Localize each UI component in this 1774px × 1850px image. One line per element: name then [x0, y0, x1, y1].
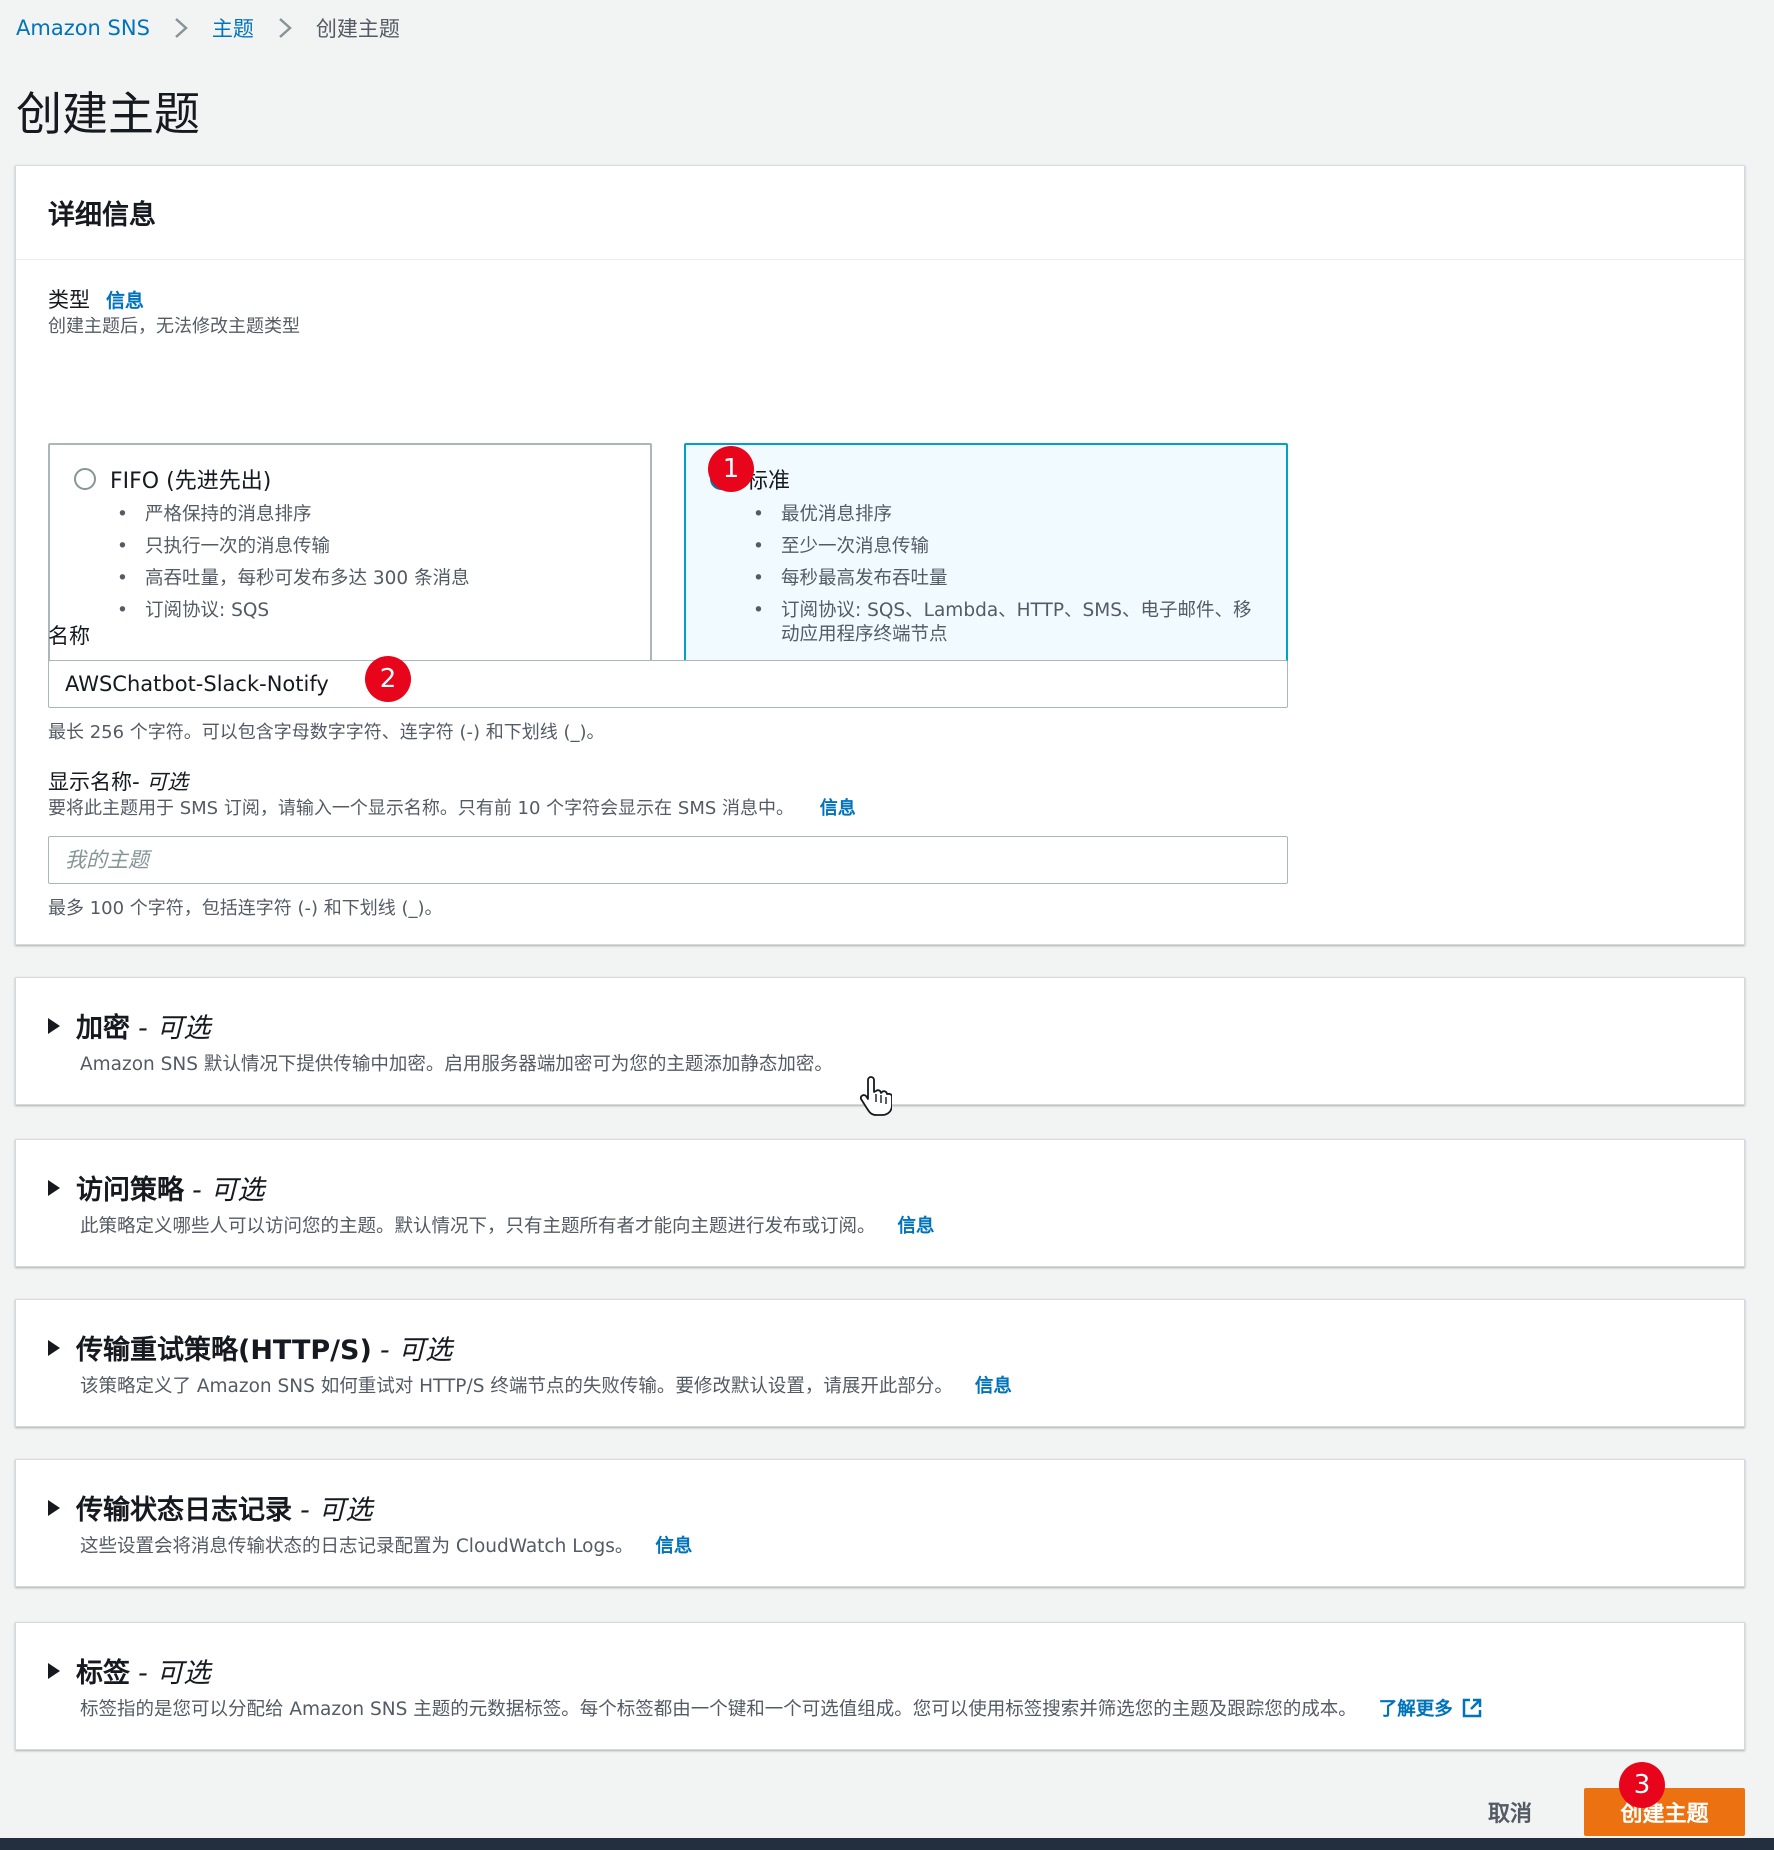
section-title-text: 传输重试策略(HTTP/S): [76, 1335, 372, 1366]
caret-right-icon: [48, 1662, 60, 1679]
display-name-label: 显示名称: [48, 770, 132, 794]
section-title[interactable]: 标签 - 可选: [48, 1651, 210, 1690]
access-policy-section[interactable]: 访问策略 - 可选 此策略定义哪些人可以访问您的主题。默认情况下，只有主题所有者…: [15, 1139, 1745, 1267]
list-item: 订阅协议: SQS: [117, 599, 625, 623]
type-info-link[interactable]: 信息: [106, 286, 144, 313]
delivery-retry-info-link[interactable]: 信息: [975, 1372, 1012, 1398]
chevron-right-icon: [174, 17, 188, 39]
section-desc-text: 此策略定义哪些人可以访问您的主题。默认情况下，只有主题所有者才能向主题进行发布或…: [80, 1216, 876, 1237]
type-label: 类型: [48, 288, 90, 312]
section-description: 该策略定义了 Amazon SNS 如何重试对 HTTP/S 终端节点的失败传输…: [80, 1372, 1012, 1398]
name-input[interactable]: [48, 660, 1288, 708]
section-desc-text: 标签指的是您可以分配给 Amazon SNS 主题的元数据标签。每个标签都由一个…: [80, 1699, 1357, 1720]
type-option-fifo[interactable]: FIFO (先进先出) 严格保持的消息排序 只执行一次的消息传输 高吞吐量，每秒…: [48, 443, 652, 678]
details-heading: 详细信息: [16, 166, 1744, 260]
delivery-retry-section[interactable]: 传输重试策略(HTTP/S) - 可选 该策略定义了 Amazon SNS 如何…: [15, 1299, 1745, 1427]
create-topic-button[interactable]: 创建主题: [1584, 1788, 1745, 1836]
caret-right-icon: [48, 1017, 60, 1034]
page-title: 创建主题: [16, 87, 200, 141]
list-item: 订阅协议: SQS、Lambda、HTTP、SMS、电子邮件、移动应用程序终端节…: [753, 599, 1261, 647]
display-name-desc-text: 要将此主题用于 SMS 订阅，请输入一个显示名称。只有前 10 个字符会显示在 …: [48, 798, 794, 819]
list-item: 只执行一次的消息传输: [117, 535, 625, 559]
annotation-badge-1: 1: [708, 446, 754, 492]
display-name-label-row: 显示名称 - 可选: [48, 766, 188, 796]
standard-features: 最优消息排序 至少一次消息传输 每秒最高发布吞吐量 订阅协议: SQS、Lamb…: [753, 503, 1261, 655]
fifo-radio[interactable]: [74, 468, 96, 490]
section-optional: - 可选: [138, 1658, 211, 1689]
tags-section[interactable]: 标签 - 可选 标签指的是您可以分配给 Amazon SNS 主题的元数据标签。…: [15, 1622, 1745, 1750]
external-link-icon[interactable]: [1461, 1697, 1483, 1719]
caret-right-icon: [48, 1499, 60, 1516]
name-label-row: 名称: [48, 620, 90, 650]
section-optional: - 可选: [138, 1013, 211, 1044]
type-description: 创建主题后，无法修改主题类型: [48, 316, 300, 337]
access-policy-info-link[interactable]: 信息: [898, 1212, 935, 1238]
breadcrumb: Amazon SNS 主题 创建主题: [16, 12, 400, 44]
section-description: 此策略定义哪些人可以访问您的主题。默认情况下，只有主题所有者才能向主题进行发布或…: [80, 1212, 935, 1238]
list-item: 最优消息排序: [753, 503, 1261, 527]
display-name-optional: - 可选: [132, 770, 189, 794]
annotation-badge-2: 2: [365, 656, 411, 702]
breadcrumb-current: 创建主题: [315, 17, 400, 41]
list-item: 严格保持的消息排序: [117, 503, 625, 527]
fifo-title: FIFO (先进先出): [110, 469, 272, 494]
fifo-features: 严格保持的消息排序 只执行一次的消息传输 高吞吐量，每秒可发布多达 300 条消…: [117, 503, 625, 631]
section-title-text: 标签: [76, 1658, 130, 1689]
display-name-info-link[interactable]: 信息: [820, 798, 856, 819]
section-title-text: 加密: [76, 1013, 130, 1044]
fifo-option-head: FIFO (先进先出): [74, 463, 271, 495]
section-desc-text: Amazon SNS 默认情况下提供传输中加密。启用服务器端加密可为您的主题添加…: [80, 1054, 833, 1075]
list-item: 每秒最高发布吞吐量: [753, 567, 1261, 591]
section-description: Amazon SNS 默认情况下提供传输中加密。启用服务器端加密可为您的主题添加…: [80, 1050, 833, 1076]
list-item: 高吞吐量，每秒可发布多达 300 条消息: [117, 567, 625, 591]
section-title[interactable]: 访问策略 - 可选: [48, 1168, 264, 1207]
breadcrumb-topics[interactable]: 主题: [212, 13, 254, 43]
section-title[interactable]: 传输重试策略(HTTP/S) - 可选: [48, 1328, 452, 1367]
section-title[interactable]: 加密 - 可选: [48, 1006, 210, 1045]
delivery-logging-section[interactable]: 传输状态日志记录 - 可选 这些设置会将消息传输状态的日志记录配置为 Cloud…: [15, 1459, 1745, 1587]
learn-more-link[interactable]: 了解更多: [1379, 1695, 1453, 1721]
name-constraint: 最长 256 个字符。可以包含字母数字字符、连字符 (-) 和下划线 (_)。: [48, 722, 605, 743]
type-option-standard[interactable]: 标准 最优消息排序 至少一次消息传输 每秒最高发布吞吐量 订阅协议: SQS、L…: [684, 443, 1288, 678]
section-description: 这些设置会将消息传输状态的日志记录配置为 CloudWatch Logs。 信息: [80, 1532, 692, 1558]
section-desc-text: 这些设置会将消息传输状态的日志记录配置为 CloudWatch Logs。: [80, 1536, 634, 1557]
breadcrumb-amazon-sns[interactable]: Amazon SNS: [16, 16, 150, 40]
section-optional: - 可选: [379, 1335, 453, 1366]
section-title-text: 传输状态日志记录: [76, 1495, 292, 1526]
chevron-right-icon: [278, 17, 292, 39]
section-title-text: 访问策略: [76, 1175, 184, 1206]
details-panel: 详细信息 类型 信息 创建主题后，无法修改主题类型 FIFO (先进先出) 严格…: [15, 165, 1745, 945]
bottom-bar: [0, 1838, 1774, 1850]
section-title[interactable]: 传输状态日志记录 - 可选: [48, 1488, 372, 1527]
section-desc-text: 该策略定义了 Amazon SNS 如何重试对 HTTP/S 终端节点的失败传输…: [80, 1376, 953, 1397]
caret-right-icon: [48, 1179, 60, 1196]
hand-pointer-icon: [859, 1076, 892, 1116]
display-name-constraint: 最多 100 个字符，包括连字符 (-) 和下划线 (_)。: [48, 898, 443, 919]
name-label: 名称: [48, 624, 90, 648]
type-label-row: 类型 信息: [48, 284, 144, 314]
section-optional: - 可选: [300, 1495, 373, 1526]
annotation-badge-3: 3: [1619, 1762, 1665, 1808]
delivery-logging-info-link[interactable]: 信息: [655, 1532, 692, 1558]
display-name-input[interactable]: [48, 836, 1288, 884]
cancel-button[interactable]: 取消: [1470, 1790, 1550, 1834]
caret-right-icon: [48, 1339, 60, 1356]
list-item: 至少一次消息传输: [753, 535, 1261, 559]
display-name-description: 要将此主题用于 SMS 订阅，请输入一个显示名称。只有前 10 个字符会显示在 …: [48, 794, 856, 820]
section-description: 标签指的是您可以分配给 Amazon SNS 主题的元数据标签。每个标签都由一个…: [80, 1695, 1483, 1721]
section-optional: - 可选: [192, 1175, 265, 1206]
